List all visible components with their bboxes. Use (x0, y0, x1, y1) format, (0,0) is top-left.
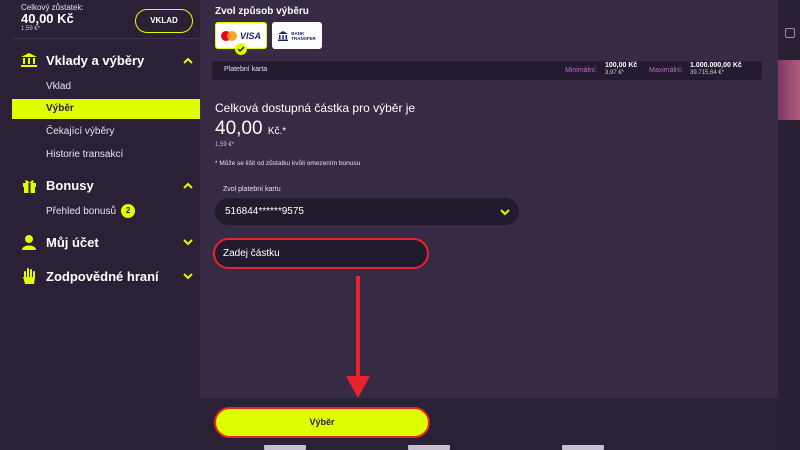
chevron-down-icon (500, 209, 510, 216)
card-select[interactable]: 516844******9575 (215, 198, 519, 225)
payment-method-bank-transfer[interactable]: BANK TRANSFER (272, 22, 322, 49)
chevron-up-icon (181, 178, 195, 192)
account-sidebar: Celkový zůstatek: 40,00 Kč 1,59 €* VKLAD… (0, 0, 200, 450)
sidebar-section-title: Vklady a výběry (46, 52, 145, 68)
footer-chip (408, 445, 450, 450)
amount-input[interactable] (213, 238, 429, 269)
withdrawal-panel: Zvol způsob výběru VISA BANK TRANSFER Pl… (200, 0, 778, 450)
max-limit-eur: 39.715,64 €* (690, 70, 725, 76)
sidebar-item-withdrawal[interactable]: Výběr (12, 99, 200, 119)
available-amount-value: 40,00 (215, 118, 263, 139)
footer-chip (562, 445, 604, 450)
limits-bar: Platební karta Minimální: 100,00 Kč 3,97… (212, 61, 762, 80)
mastercard-logo-icon (220, 30, 237, 41)
sidebar-section-title: Bonusy (46, 177, 94, 193)
available-amount-currency: Kč.* (267, 126, 287, 137)
method-title: Zvol způsob výběru (215, 6, 309, 17)
max-limit-label: Maximální: (649, 67, 683, 74)
hand-icon (20, 268, 38, 284)
bonus-count-badge: 2 (121, 204, 136, 219)
min-limit-value: 100,00 Kč (605, 62, 638, 69)
bank-icon (20, 52, 38, 68)
sidebar-section-deposits-withdrawals[interactable]: Vklady a výběry (20, 50, 195, 70)
sidebar-item-deposit[interactable]: Vklad (12, 77, 200, 97)
sidebar-section-title: Zodpovědné hraní (46, 268, 159, 284)
card-select-label: Zvol platební kartu (223, 186, 281, 193)
bonus-note: * Může se lišit od zůstatku kvůli omezen… (215, 160, 361, 167)
sidebar-item-pending-withdrawals[interactable]: Čekající výběry (12, 122, 200, 142)
user-icon (20, 234, 38, 250)
sidebar-section-my-account[interactable]: Můj účet (20, 232, 195, 252)
sidebar-divider (12, 38, 200, 39)
background-window-icon (785, 28, 795, 38)
chevron-down-icon (181, 269, 195, 283)
deposit-button[interactable]: VKLAD (135, 9, 193, 33)
card-select-value: 516844******9575 (225, 206, 304, 217)
available-amount: 40,00 Kč.* (215, 118, 286, 140)
sidebar-section-bonuses[interactable]: Bonusy (20, 175, 195, 195)
bank-transfer-label: BANK TRANSFER (291, 31, 316, 41)
visa-logo: VISA (239, 30, 261, 41)
max-limit-value: 1.000.000,00 Kč (690, 62, 742, 69)
withdraw-submit-button[interactable]: Výběr (214, 407, 430, 438)
chevron-down-icon (181, 235, 195, 249)
sidebar-section-title: Můj účet (46, 234, 99, 250)
checkmark-icon (235, 43, 247, 55)
bank-transfer-line2: TRANSFER (291, 35, 316, 41)
available-amount-label: Celková dostupná částka pro výběr je (215, 101, 416, 115)
sidebar-section-responsible-gaming[interactable]: Zodpovědné hraní (20, 266, 195, 286)
sidebar-item-bonus-overview[interactable]: Přehled bonusů 2 (12, 202, 200, 222)
available-amount-eur: 1,59 €* (215, 142, 235, 148)
annotation-arrow-line (356, 276, 360, 380)
balance-value: 40,00 Kč (21, 11, 74, 26)
min-limit-label: Minimální: (565, 67, 597, 74)
chevron-up-icon (181, 53, 195, 67)
bank-transfer-icon (278, 30, 289, 41)
sidebar-item-label: Přehled bonusů (46, 206, 117, 217)
balance-eur: 1,59 €* (21, 26, 41, 32)
sidebar-item-transaction-history[interactable]: Historie transakcí (12, 145, 200, 165)
min-limit-eur: 3,97 €* (605, 70, 625, 76)
gift-icon (20, 177, 38, 193)
background-hero-right (778, 60, 800, 120)
footer-chip (264, 445, 306, 450)
selected-method-label: Platební karta (224, 66, 268, 73)
annotation-arrow-head (346, 376, 370, 398)
